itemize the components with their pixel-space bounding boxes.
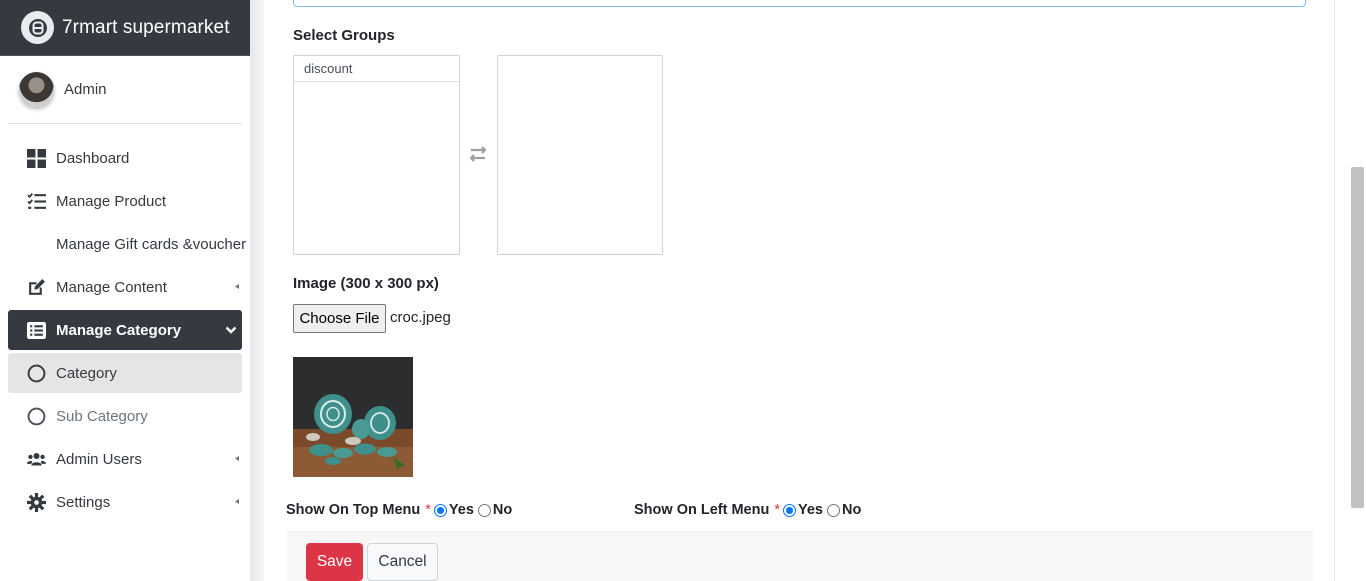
sidebar-item-label: Manage Product — [56, 192, 167, 210]
top-menu-yes-radio[interactable] — [433, 503, 447, 517]
chevron-left-icon — [235, 456, 239, 461]
scrollbar-thumb[interactable] — [1351, 167, 1364, 508]
top-menu-yes-label[interactable]: Yes — [449, 502, 474, 518]
circle-icon — [26, 406, 47, 427]
show-on-top-menu: Show On Top Menu * Yes No — [286, 502, 512, 518]
logo-icon — [21, 11, 54, 44]
sidebar-nav: Dashboard Manage Product Manage Gift car… — [0, 138, 250, 522]
chevron-left-icon — [235, 284, 239, 289]
sidebar-item-label: Manage Content — [56, 278, 167, 296]
required-marker: * — [774, 502, 780, 518]
content-gutter — [250, 0, 264, 581]
sidebar-item-manage-category[interactable]: Manage Category — [8, 310, 242, 350]
sidebar-item-label: Dashboard — [56, 149, 130, 167]
transfer-icon[interactable] — [467, 144, 489, 164]
brand-name: 7rmart supermarket — [62, 16, 230, 38]
show-on-left-menu: Show On Left Menu * Yes No — [634, 502, 861, 518]
sidebar-item-manage-product[interactable]: Manage Product — [8, 181, 242, 221]
circle-icon — [26, 363, 47, 384]
choose-file-button[interactable]: Choose File — [293, 304, 386, 333]
selected-groups-list[interactable] — [497, 55, 663, 255]
chevron-left-icon — [235, 499, 239, 504]
avatar — [19, 72, 54, 107]
left-menu-yes-label[interactable]: Yes — [798, 502, 823, 518]
available-groups-list[interactable]: discount — [293, 55, 460, 255]
sidebar-item-label: Manage Gift cards &voucher — [56, 235, 247, 253]
file-name: croc.jpeg — [390, 309, 451, 326]
text-input[interactable] — [293, 0, 1306, 7]
left-menu-yes-radio[interactable] — [782, 503, 796, 517]
sidebar: 7rmart supermarket Admin Dashboard Manag… — [0, 0, 250, 581]
top-menu-label: Show On Top Menu — [286, 502, 421, 518]
sidebar-item-label: Manage Category — [56, 321, 182, 339]
sidebar-item-label: Settings — [56, 493, 111, 511]
sidebar-item-label: Sub Category — [56, 407, 148, 425]
save-button[interactable]: Save — [306, 543, 363, 581]
image-label: Image (300 x 300 px) — [293, 275, 439, 292]
left-menu-no-radio[interactable] — [826, 503, 840, 517]
brand-link[interactable]: 7rmart supermarket — [0, 0, 250, 56]
left-menu-no-label[interactable]: No — [842, 502, 861, 518]
sidebar-item-manage-gift-cards[interactable]: Manage Gift cards &voucher — [8, 224, 246, 264]
chevron-down-icon — [225, 326, 237, 334]
sidebar-item-label: Category — [56, 364, 117, 382]
list-item[interactable]: discount — [294, 56, 459, 82]
edit-icon — [26, 277, 47, 298]
sidebar-item-sub-category[interactable]: Sub Category — [8, 396, 242, 436]
select-groups-label: Select Groups — [293, 27, 395, 44]
dashboard-icon — [26, 148, 47, 169]
sidebar-item-label: Admin Users — [56, 450, 142, 468]
image-preview — [293, 357, 413, 477]
form-footer — [287, 531, 1313, 581]
list-icon — [26, 320, 47, 341]
users-icon — [26, 449, 47, 470]
list-check-icon — [26, 191, 47, 212]
sidebar-item-manage-content[interactable]: Manage Content — [8, 267, 242, 307]
required-marker: * — [425, 502, 431, 518]
sidebar-item-settings[interactable]: Settings — [8, 482, 242, 522]
sidebar-item-category[interactable]: Category — [8, 353, 242, 393]
top-menu-no-label[interactable]: No — [493, 502, 512, 518]
sidebar-item-admin-users[interactable]: Admin Users — [8, 439, 242, 479]
top-menu-no-radio[interactable] — [477, 503, 491, 517]
gear-icon — [26, 492, 47, 513]
cancel-button[interactable]: Cancel — [367, 543, 438, 581]
user-name: Admin — [64, 81, 107, 98]
sidebar-item-dashboard[interactable]: Dashboard — [8, 138, 242, 178]
left-menu-label: Show On Left Menu — [634, 502, 770, 518]
user-panel[interactable]: Admin — [8, 56, 242, 124]
